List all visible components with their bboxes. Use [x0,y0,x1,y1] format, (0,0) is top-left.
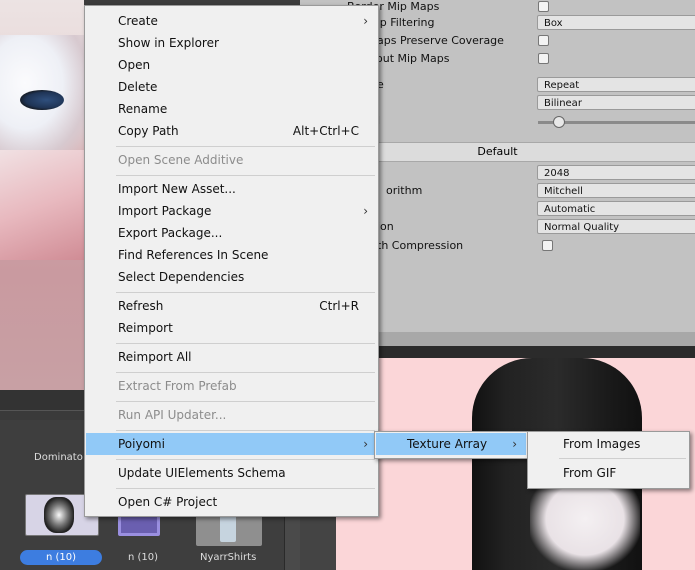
shortcut-label: Ctrl+R [319,299,359,313]
menu-item-export-package[interactable]: Export Package... [86,222,377,244]
format-dropdown[interactable]: Automatic [537,201,695,216]
menu-item-import-package[interactable]: Import Package › [86,200,377,222]
scene-artwork [0,0,84,390]
texture-array-submenu: From Images From GIF [527,431,690,489]
menu-separator [116,372,375,373]
menu-item-from-gif[interactable]: From GIF [529,462,688,484]
filter-mode-dropdown[interactable]: Bilinear [537,95,695,110]
resize-algorithm-dropdown[interactable]: Mitchell [537,183,695,198]
max-size-dropdown[interactable]: 2048 [537,165,695,180]
menu-item-open[interactable]: Open [86,54,377,76]
menu-item-create[interactable]: Create › [86,10,377,32]
menu-item-poiyomi[interactable]: Poiyomi › [86,433,377,455]
menu-item-select-dependencies[interactable]: Select Dependencies [86,266,377,288]
asset-label-nyarrshirts[interactable]: NyarrShirts [200,552,256,563]
shortcut-label: Alt+Ctrl+C [292,124,359,138]
artwork-hair [0,150,84,260]
context-menu: Create › Show in Explorer Open Delete Re… [84,5,379,517]
chevron-right-icon: › [363,204,368,218]
menu-item-open-scene-additive: Open Scene Additive [118,153,244,167]
menu-item-run-api-updater: Run API Updater... [118,408,227,422]
mipmap-filtering-dropdown[interactable]: Box [537,15,695,30]
aniso-slider-handle[interactable] [553,116,565,128]
menu-separator [116,175,375,176]
menu-item-texture-array[interactable]: Texture Array › [376,433,526,455]
menu-separator [116,343,375,344]
checkbox[interactable] [538,53,549,64]
menu-item-update-uielements-schema[interactable]: Update UIElements Schema [86,462,377,484]
menu-item-rename[interactable]: Rename [86,98,377,120]
menu-separator [116,459,375,460]
menu-item-copy-path[interactable]: Copy Path Alt+Ctrl+C [86,120,377,142]
menu-item-reimport[interactable]: Reimport [86,317,377,339]
asset-label-material[interactable]: n (10) [128,552,158,563]
menu-item-find-references[interactable]: Find References In Scene [86,244,377,266]
checkbox[interactable] [542,240,553,251]
menu-separator [116,430,375,431]
menu-separator [116,488,375,489]
panel-divider [0,390,84,410]
artwork-eye [20,90,64,110]
menu-item-reimport-all[interactable]: Reimport All [86,346,377,368]
menu-separator [116,401,375,402]
menu-item-refresh[interactable]: Refresh Ctrl+R [86,295,377,317]
menu-item-show-in-explorer[interactable]: Show in Explorer [86,32,377,54]
menu-separator [116,292,375,293]
chevron-right-icon: › [363,437,368,451]
menu-item-from-images[interactable]: From Images [529,433,688,455]
menu-separator [559,458,686,459]
menu-item-open-csharp-project[interactable]: Open C# Project [86,491,377,513]
chevron-right-icon: › [512,437,517,451]
compression-dropdown[interactable]: Normal Quality [537,219,695,234]
checkbox[interactable] [538,1,549,12]
menu-item-import-new-asset[interactable]: Import New Asset... [86,178,377,200]
poiyomi-submenu: Texture Array › [374,431,528,459]
menu-item-delete[interactable]: Delete [86,76,377,98]
asset-label-selected[interactable]: n (10) [20,550,102,565]
wrap-mode-dropdown[interactable]: Repeat [537,77,695,92]
asset-label-dominato: Dominato [34,452,83,463]
checkbox[interactable] [538,35,549,46]
chevron-right-icon: › [363,14,368,28]
menu-item-extract-from-prefab: Extract From Prefab [118,379,237,393]
menu-separator [116,146,375,147]
preview-character [530,485,640,570]
